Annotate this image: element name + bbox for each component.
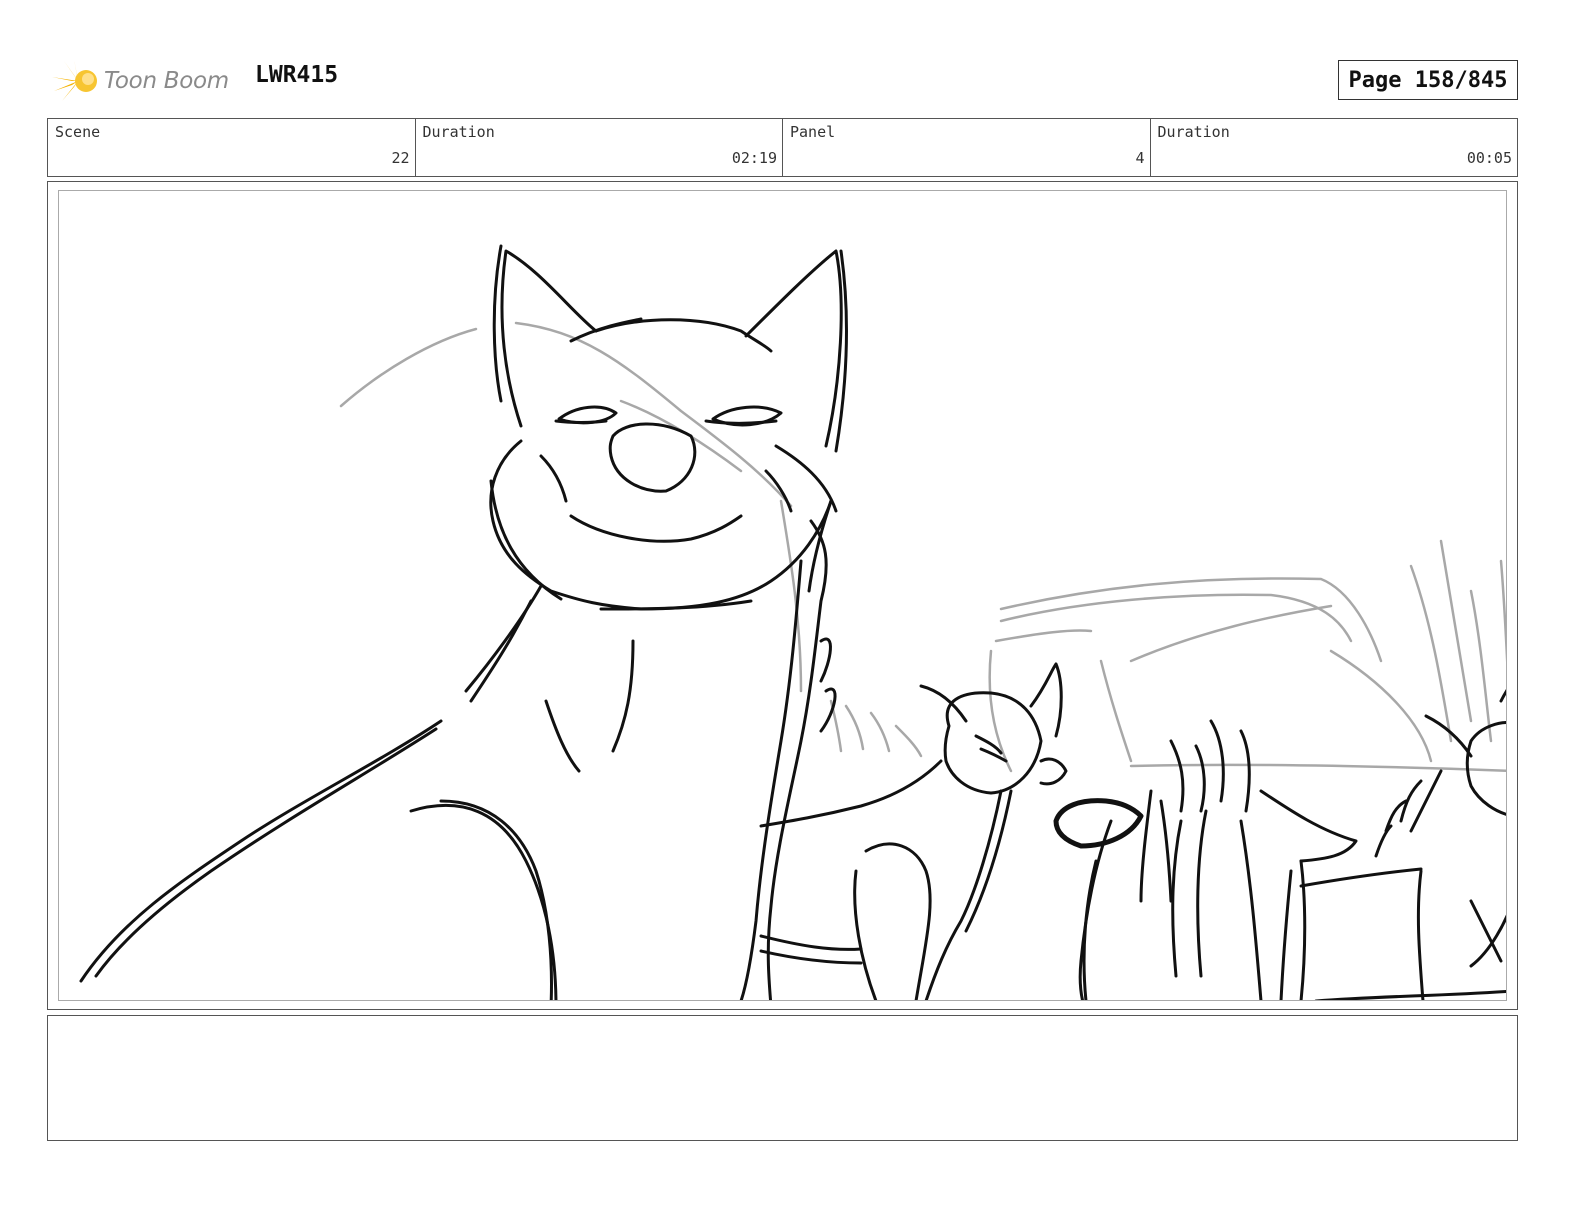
sketch-drawing bbox=[79, 244, 1506, 1000]
toon-boom-logo: Toon Boom bbox=[52, 56, 242, 106]
panel-duration-cell: Duration 00:05 bbox=[1151, 119, 1518, 176]
panel-duration-label: Duration bbox=[1157, 123, 1230, 141]
scene-info-bar: Scene 22 Duration 02:19 Panel 4 Duration… bbox=[47, 118, 1518, 177]
scene-label: Scene bbox=[55, 123, 101, 141]
panel-value: 4 bbox=[1135, 149, 1145, 167]
scene-duration-value: 02:19 bbox=[731, 149, 777, 167]
panel-cell: Panel 4 bbox=[783, 119, 1151, 176]
logo-text: Toon Boom bbox=[104, 68, 229, 94]
scene-duration-label: Duration bbox=[422, 123, 495, 141]
rough-sketch-lines bbox=[339, 321, 1506, 773]
panel-duration-value: 00:05 bbox=[1466, 149, 1512, 167]
panel-image bbox=[58, 190, 1507, 1001]
scene-cell: Scene 22 bbox=[48, 119, 416, 176]
main-fox-sketch bbox=[79, 244, 848, 1000]
starburst-icon bbox=[52, 59, 97, 101]
scene-duration-cell: Duration 02:19 bbox=[416, 119, 783, 176]
page-number: Page 158/845 bbox=[1338, 60, 1518, 100]
project-code: LWR415 bbox=[255, 62, 339, 88]
panel-label: Panel bbox=[790, 123, 836, 141]
scene-value: 22 bbox=[391, 149, 410, 167]
panel-notes-box bbox=[47, 1015, 1518, 1141]
